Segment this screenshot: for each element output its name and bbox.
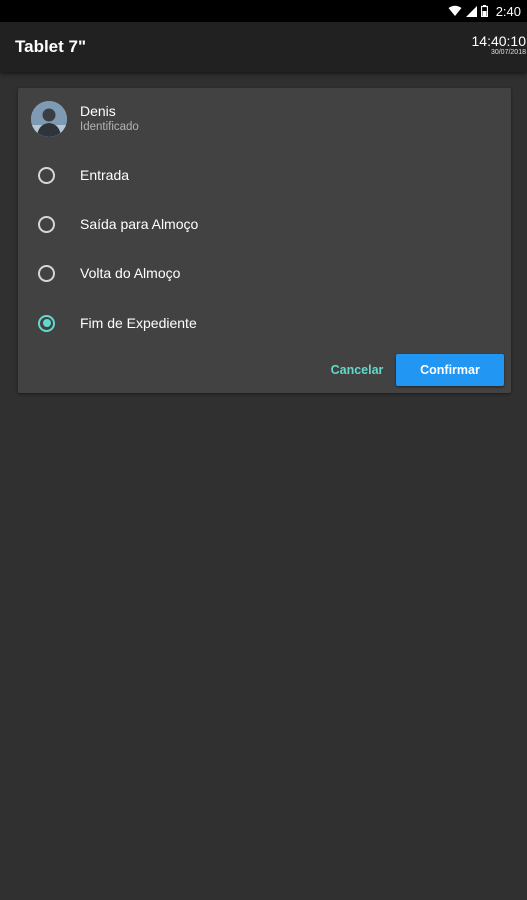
battery-icon bbox=[480, 5, 488, 17]
cancel-button[interactable]: Cancelar bbox=[323, 358, 391, 382]
wifi-icon bbox=[448, 5, 462, 17]
option-volta-almoco[interactable]: Volta do Almoço bbox=[38, 256, 498, 290]
app-title: Tablet 7" bbox=[15, 37, 87, 56]
option-label: Volta do Almoço bbox=[80, 265, 181, 281]
punch-dialog: Denis Identificado Entrada Saída para Al… bbox=[18, 88, 511, 393]
confirm-button[interactable]: Confirmar bbox=[396, 354, 504, 386]
signal-icon bbox=[465, 5, 477, 17]
status-bar-time: 2:40 bbox=[495, 3, 521, 19]
option-fim-expediente[interactable]: Fim de Expediente bbox=[38, 306, 498, 340]
user-name: Denis bbox=[80, 103, 116, 119]
option-label: Entrada bbox=[80, 167, 130, 183]
app-bar: Tablet 7" 14:40:10 30/07/2018 bbox=[0, 22, 527, 72]
user-status: Identificado bbox=[80, 121, 139, 133]
option-saida-almoco[interactable]: Saída para Almoço bbox=[38, 207, 498, 241]
status-bar: 2:40 bbox=[0, 0, 527, 22]
option-label: Fim de Expediente bbox=[80, 315, 197, 331]
avatar bbox=[31, 101, 67, 137]
radio-button-selected[interactable] bbox=[38, 314, 55, 332]
radio-button[interactable] bbox=[38, 264, 55, 282]
radio-button[interactable] bbox=[38, 215, 55, 233]
radio-button[interactable] bbox=[38, 166, 55, 184]
option-entrada[interactable]: Entrada bbox=[38, 158, 498, 192]
clock: 14:40:10 30/07/2018 bbox=[467, 34, 527, 57]
clock-time: 14:40:10 bbox=[471, 33, 527, 49]
user-info: Denis Identificado bbox=[31, 101, 139, 137]
clock-date: 30/07/2018 bbox=[490, 49, 526, 56]
option-label: Saída para Almoço bbox=[80, 216, 199, 232]
